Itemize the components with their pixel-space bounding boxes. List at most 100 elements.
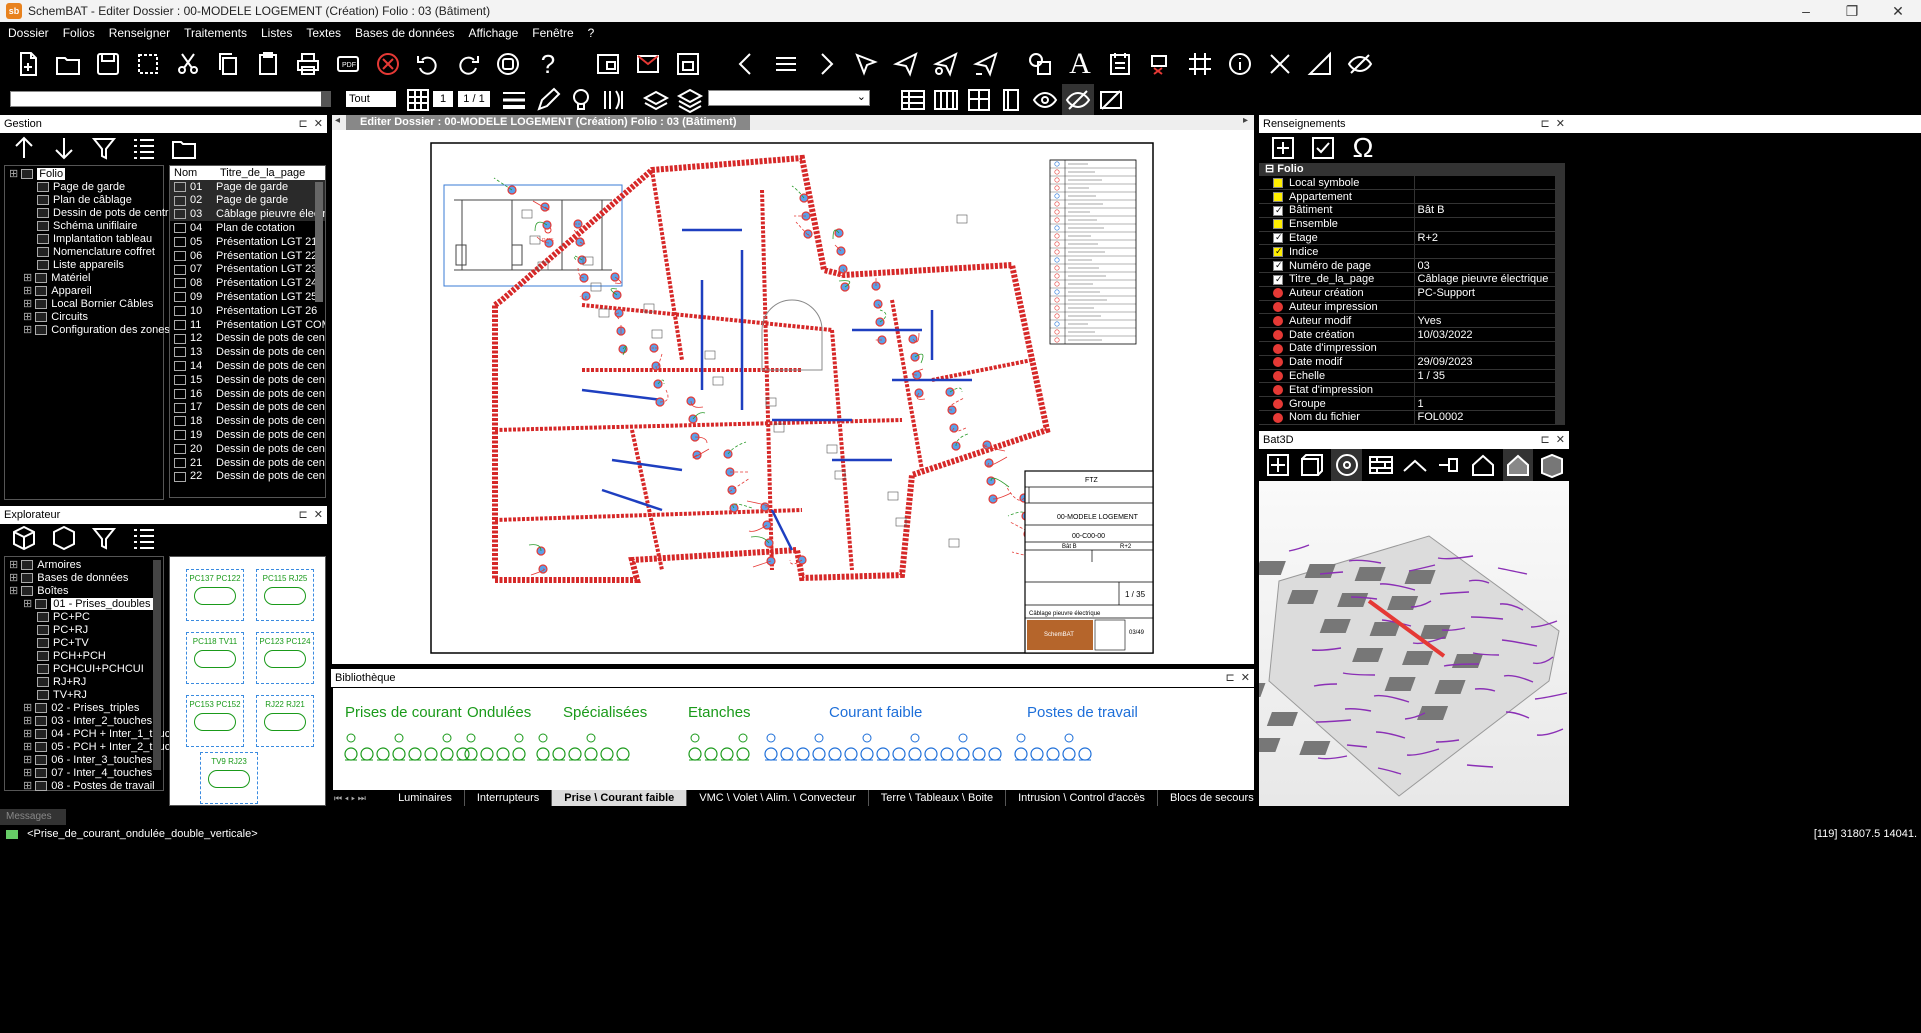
folio-list-scrollbar[interactable] (315, 182, 323, 302)
box-preview[interactable]: PC137 PC122 (186, 569, 244, 621)
library-tab[interactable]: Interrupteurs (465, 790, 553, 806)
columns-icon[interactable] (930, 84, 962, 116)
tree-item[interactable]: PC+RJ (5, 624, 163, 637)
tree-item[interactable]: Liste appareils (5, 259, 163, 272)
tree-item[interactable]: ⊞ 06 - Inter_3_touches (5, 754, 163, 767)
property-row[interactable]: Date d'impression (1259, 341, 1555, 356)
arrow-up-icon[interactable] (8, 132, 40, 164)
table-row[interactable]: 09 Présentation LGT 25 (170, 290, 325, 304)
tree-item[interactable]: ⊞ 01 - Prises_doubles (5, 598, 163, 611)
messages-tab[interactable]: Messages (0, 809, 66, 825)
property-row[interactable]: Nom du fichier FOL0002 (1259, 410, 1555, 425)
library-tab[interactable]: Prise \ Courant faible (552, 790, 688, 806)
table-row[interactable]: 07 Présentation LGT 23 (170, 263, 325, 277)
tree-item[interactable]: ⊞ Bases de données (5, 572, 163, 585)
tree-item[interactable]: ⊞ 03 - Inter_2_touches (5, 715, 163, 728)
explorer-scrollbar[interactable] (153, 560, 161, 770)
help-icon[interactable]: ? (532, 48, 564, 80)
property-value[interactable] (1413, 300, 1555, 315)
menu-item-2[interactable]: Renseigner (109, 26, 170, 40)
house-3d-icon[interactable] (1502, 449, 1533, 481)
property-row[interactable]: Titre_de_la_page Câblage pieuvre électriq… (1259, 272, 1555, 287)
minimize-icon[interactable]: – (1783, 3, 1829, 20)
new-file-icon[interactable] (12, 48, 44, 80)
property-value[interactable] (1413, 244, 1555, 260)
library-tab[interactable]: VMC \ Volet \ Alim. \ Convecteur (687, 790, 869, 806)
checkbox-checked-icon[interactable] (1273, 260, 1283, 271)
roof-icon[interactable] (1400, 449, 1430, 481)
table-row[interactable]: 02 Page de garde (170, 193, 325, 208)
box-preview[interactable]: PC153 PC152 (186, 695, 244, 747)
expand-icon[interactable]: ⊞ (23, 780, 35, 792)
pdf-icon[interactable]: PDF (332, 48, 364, 80)
property-value[interactable] (1413, 217, 1555, 232)
expand-icon[interactable]: ⊞ (23, 767, 35, 779)
property-row[interactable]: Numéro de page 03 (1259, 258, 1555, 274)
drawing-canvas[interactable]: RJ45 FTZ 00-MODELE LOGEMENT 00-C00-00 Bâ… (332, 130, 1254, 664)
property-value[interactable]: R+2 (1413, 231, 1555, 246)
add-box-icon[interactable] (1267, 132, 1299, 164)
layers-icon[interactable] (640, 84, 672, 116)
tree-item[interactable]: ⊞ Circuits (5, 311, 163, 324)
box-view-icon[interactable] (1297, 449, 1327, 481)
library-symbols[interactable] (333, 718, 1254, 788)
pin-icon[interactable]: ⊏ (1540, 118, 1549, 130)
tab-left-icon[interactable]: ◂ (335, 115, 340, 126)
column-header-nom[interactable]: Nom (170, 166, 216, 180)
library-tab[interactable]: Terre \ Tableaux \ Boite (869, 790, 1007, 806)
library-tab[interactable]: Intrusion \ Control d'accès (1006, 790, 1158, 806)
tree-item[interactable]: Plan de câblage (5, 194, 163, 207)
expand-icon[interactable]: ⊞ (23, 598, 35, 610)
table-row[interactable]: 05 Présentation LGT 21 (170, 235, 325, 249)
walls-icon[interactable] (1366, 449, 1396, 481)
property-row[interactable]: Groupe 1 (1259, 396, 1555, 412)
send-icon[interactable] (890, 48, 922, 80)
close-icon[interactable]: ✕ (314, 118, 323, 130)
property-row[interactable]: Etat d'impression (1259, 382, 1555, 398)
table-row[interactable]: 10 Présentation LGT 26 (170, 304, 325, 318)
menu-item-5[interactable]: Textes (306, 26, 341, 40)
fit-view-icon[interactable] (1263, 449, 1293, 481)
tree-item[interactable]: PCHCUI+PCHCUI (5, 663, 163, 676)
table-row[interactable]: 15 Dessin de pots de cent (170, 373, 325, 387)
tree-item[interactable]: ⊞ 05 - PCH + Inter_2_touch (5, 741, 176, 754)
cube-icon[interactable] (8, 522, 40, 554)
menu-item-3[interactable]: Traitements (184, 26, 247, 40)
command-input[interactable] (10, 91, 330, 107)
tab-right-icon[interactable]: ▸ (1243, 115, 1248, 126)
next-icon[interactable] (810, 48, 842, 80)
redo-icon[interactable] (452, 48, 484, 80)
expand-icon[interactable]: ⊞ (23, 298, 35, 310)
tab-scroll-icons[interactable]: ⏮ ◂ ▸ ⏭ (331, 790, 383, 806)
close-icon[interactable]: ✕ (314, 509, 323, 521)
expand-icon[interactable]: ⊞ (9, 572, 21, 584)
cut-icon[interactable] (172, 48, 204, 80)
hide-layer-icon[interactable] (1095, 84, 1127, 116)
close-icon[interactable]: ✕ (1556, 118, 1565, 130)
property-row[interactable]: Date création 10/03/2022 (1259, 327, 1555, 343)
window-icon[interactable] (592, 48, 624, 80)
tree-item[interactable]: ⊞ 07 - Inter_4_touches (5, 767, 163, 780)
menu-item-6[interactable]: Bases de données (355, 26, 454, 40)
eye-hide-icon[interactable] (1062, 84, 1094, 116)
tree-item[interactable]: PC+PC (5, 611, 163, 624)
property-value[interactable]: 10/03/2022 (1413, 327, 1555, 343)
previous-icon[interactable] (730, 48, 762, 80)
table-row[interactable]: 16 Dessin de pots de cent (170, 387, 325, 401)
tree-item[interactable]: ⊞ Armoires (5, 559, 163, 572)
box-preview[interactable]: PC115 RJ25 (256, 569, 314, 621)
box-preview[interactable]: PC123 PC124 (256, 632, 314, 684)
properties-section-folio[interactable]: ⊟ Folio (1259, 163, 1555, 176)
property-value[interactable]: 1 (1413, 396, 1555, 412)
print-icon[interactable] (292, 48, 324, 80)
property-row[interactable]: Ensemble (1259, 217, 1555, 232)
copy-icon[interactable] (212, 48, 244, 80)
property-value[interactable] (1413, 341, 1555, 356)
checkbox-checked-icon[interactable] (1273, 205, 1283, 216)
tree-item[interactable]: ⊞ Configuration des zones (5, 324, 170, 337)
property-value[interactable]: Bât B (1413, 203, 1555, 218)
expand-icon[interactable]: ⊞ (23, 311, 35, 323)
property-value[interactable]: 03 (1413, 258, 1555, 274)
table-row[interactable]: 22 Dessin de pots de cent (170, 470, 325, 484)
tree-item[interactable]: PC+TV (5, 637, 163, 650)
